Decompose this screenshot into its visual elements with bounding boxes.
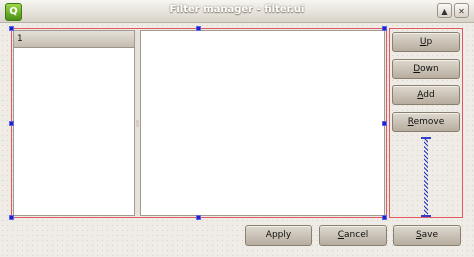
list-header[interactable]: 1: [14, 31, 134, 48]
up-button[interactable]: Up: [392, 32, 460, 52]
spring-icon: [424, 139, 428, 215]
minimize-icon[interactable]: ▲: [437, 3, 452, 18]
title-bar[interactable]: Q Filter manager - filter.ui ▲ ✕: [0, 0, 474, 23]
selection-handle[interactable]: [196, 215, 201, 220]
selection-handle[interactable]: [196, 26, 201, 31]
add-button[interactable]: Add: [392, 85, 460, 105]
down-button[interactable]: Down: [392, 59, 460, 79]
selection-handle[interactable]: [9, 215, 14, 220]
cancel-button[interactable]: Cancel: [319, 225, 387, 246]
window-title: Filter manager - filter.ui: [169, 4, 305, 15]
up-rest: p: [426, 37, 433, 47]
remove-button[interactable]: Remove: [392, 112, 460, 132]
selection-handle[interactable]: [382, 26, 387, 31]
down-rest: own: [420, 64, 439, 74]
close-icon[interactable]: ✕: [454, 3, 469, 18]
add-rest: dd: [423, 90, 435, 100]
selection-handle[interactable]: [9, 121, 14, 126]
selection-handle[interactable]: [9, 26, 14, 31]
save-button[interactable]: Save: [393, 225, 461, 246]
vertical-spacer[interactable]: [421, 137, 431, 217]
remove-rest: emove: [413, 117, 445, 127]
filter-editor-panel[interactable]: [140, 30, 385, 216]
filter-list[interactable]: 1: [13, 30, 135, 216]
apply-button[interactable]: Apply: [245, 225, 312, 246]
grip-icon: [136, 120, 139, 127]
spacer-cap-bottom: [421, 215, 431, 217]
selection-handle[interactable]: [382, 121, 387, 126]
selection-handle[interactable]: [382, 215, 387, 220]
cancel-rest: ancel: [344, 230, 369, 240]
save-rest: ave: [421, 230, 439, 240]
